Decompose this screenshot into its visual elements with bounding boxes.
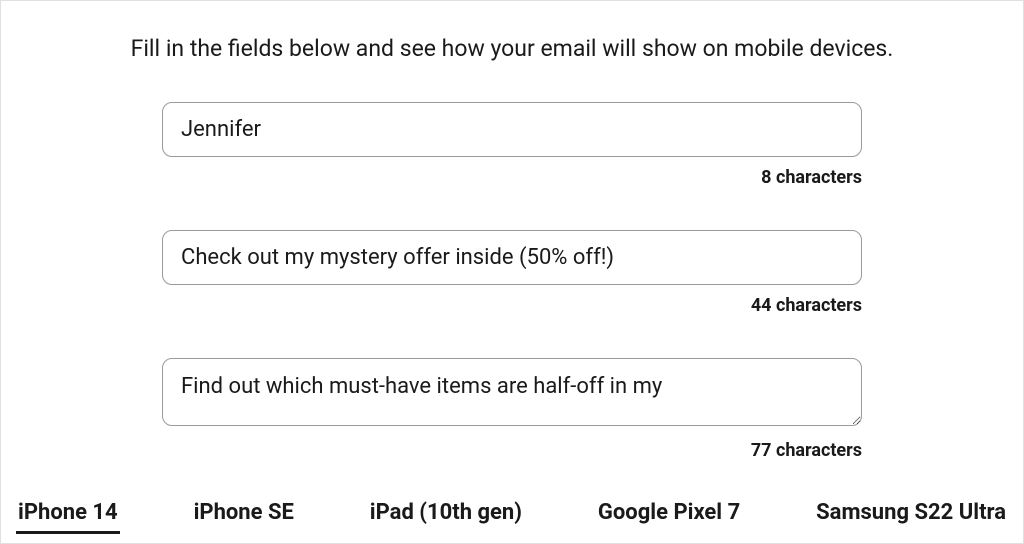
sender-char-count: 8 characters bbox=[162, 167, 862, 188]
tab-ipad-10th-gen[interactable]: iPad (10th gen) bbox=[368, 494, 524, 534]
preheader-input[interactable]: Find out which must-have items are half-… bbox=[162, 358, 862, 426]
form-container: Fill in the fields below and see how you… bbox=[1, 1, 1023, 461]
subject-input[interactable] bbox=[162, 230, 862, 285]
subject-field-group: 44 characters bbox=[162, 230, 862, 316]
tab-samsung-s22-ultra[interactable]: Samsung S22 Ultra bbox=[814, 494, 1008, 534]
tab-iphone-14[interactable]: iPhone 14 bbox=[16, 494, 120, 534]
sender-input[interactable] bbox=[162, 102, 862, 157]
form-area: 8 characters 44 characters Find out whic… bbox=[162, 102, 862, 461]
instruction-text: Fill in the fields below and see how you… bbox=[77, 35, 947, 62]
tab-google-pixel-7[interactable]: Google Pixel 7 bbox=[596, 494, 742, 534]
tab-iphone-se[interactable]: iPhone SE bbox=[192, 494, 296, 534]
subject-char-count: 44 characters bbox=[162, 295, 862, 316]
device-tabs: iPhone 14 iPhone SE iPad (10th gen) Goog… bbox=[0, 494, 1024, 534]
preheader-char-count: 77 characters bbox=[162, 440, 862, 461]
sender-field-group: 8 characters bbox=[162, 102, 862, 188]
preheader-field-group: Find out which must-have items are half-… bbox=[162, 358, 862, 461]
